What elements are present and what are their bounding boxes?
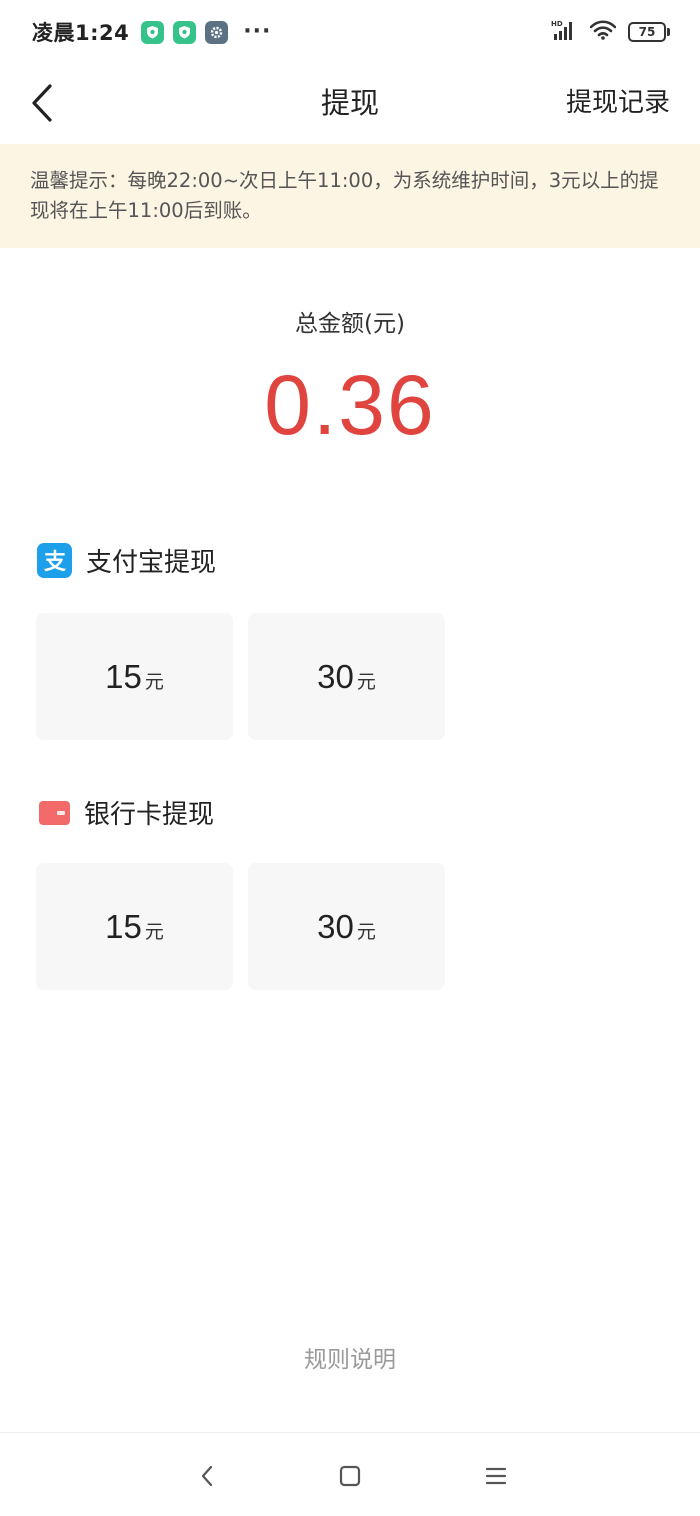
option-amount: 15: [105, 658, 142, 695]
system-menu-button[interactable]: [481, 1461, 511, 1491]
rules-link[interactable]: 规则说明: [0, 1340, 700, 1374]
withdraw-records-link[interactable]: 提现记录: [566, 64, 670, 144]
alipay-icon-glyph: 支: [43, 550, 66, 575]
shield-app-icon: [173, 20, 197, 44]
cellular-signal-icon: HD: [550, 19, 578, 45]
bank-card-icon: [39, 800, 70, 825]
option-unit: 元: [356, 921, 376, 943]
nav-bar: 提现 提现记录: [0, 64, 700, 144]
option-amount: 30: [317, 658, 354, 695]
back-button[interactable]: [22, 80, 62, 126]
bank-section-title: 银行卡提现: [84, 800, 215, 830]
shield-app-icon: [141, 20, 165, 44]
alipay-section-header: 支 支付宝提现: [37, 542, 216, 579]
system-home-button[interactable]: [335, 1461, 365, 1491]
status-bar: 凌晨1:24 ··· HD 75: [0, 0, 700, 64]
menu-icon: [485, 1467, 507, 1485]
alipay-option-30[interactable]: 30 元: [248, 613, 445, 740]
back-icon: [201, 1465, 213, 1487]
alipay-option-15[interactable]: 15 元: [36, 613, 233, 740]
system-back-button[interactable]: [192, 1461, 222, 1491]
settings-app-icon: [205, 20, 229, 44]
network-type-label: HD: [551, 20, 563, 28]
option-amount: 30: [317, 908, 354, 945]
maintenance-notice: 温馨提示：每晚22:00~次日上午11:00，为系统维护时间，3元以上的提现将在…: [0, 144, 700, 248]
notification-icons: ···: [141, 19, 272, 44]
battery-level: 75: [628, 22, 666, 42]
total-amount-value: 0.36: [264, 358, 436, 452]
option-unit: 元: [356, 671, 376, 693]
battery-icon: 75: [628, 22, 670, 42]
option-unit: 元: [144, 921, 164, 943]
system-nav-bar: [0, 1432, 700, 1516]
wifi-icon: [589, 20, 617, 44]
more-notifications-icon: ···: [243, 19, 272, 44]
status-time: 凌晨1:24: [32, 21, 130, 45]
alipay-section-title: 支付宝提现: [86, 548, 217, 578]
bank-section-header: 银行卡提现: [37, 794, 214, 831]
bank-option-15[interactable]: 15 元: [36, 863, 233, 990]
option-unit: 元: [144, 671, 164, 693]
home-icon: [339, 1465, 361, 1487]
chevron-left-icon: [32, 84, 52, 122]
alipay-icon: 支: [37, 543, 72, 578]
option-amount: 15: [105, 908, 142, 945]
bank-option-30[interactable]: 30 元: [248, 863, 445, 990]
total-amount-label: 总金额(元): [295, 311, 405, 337]
